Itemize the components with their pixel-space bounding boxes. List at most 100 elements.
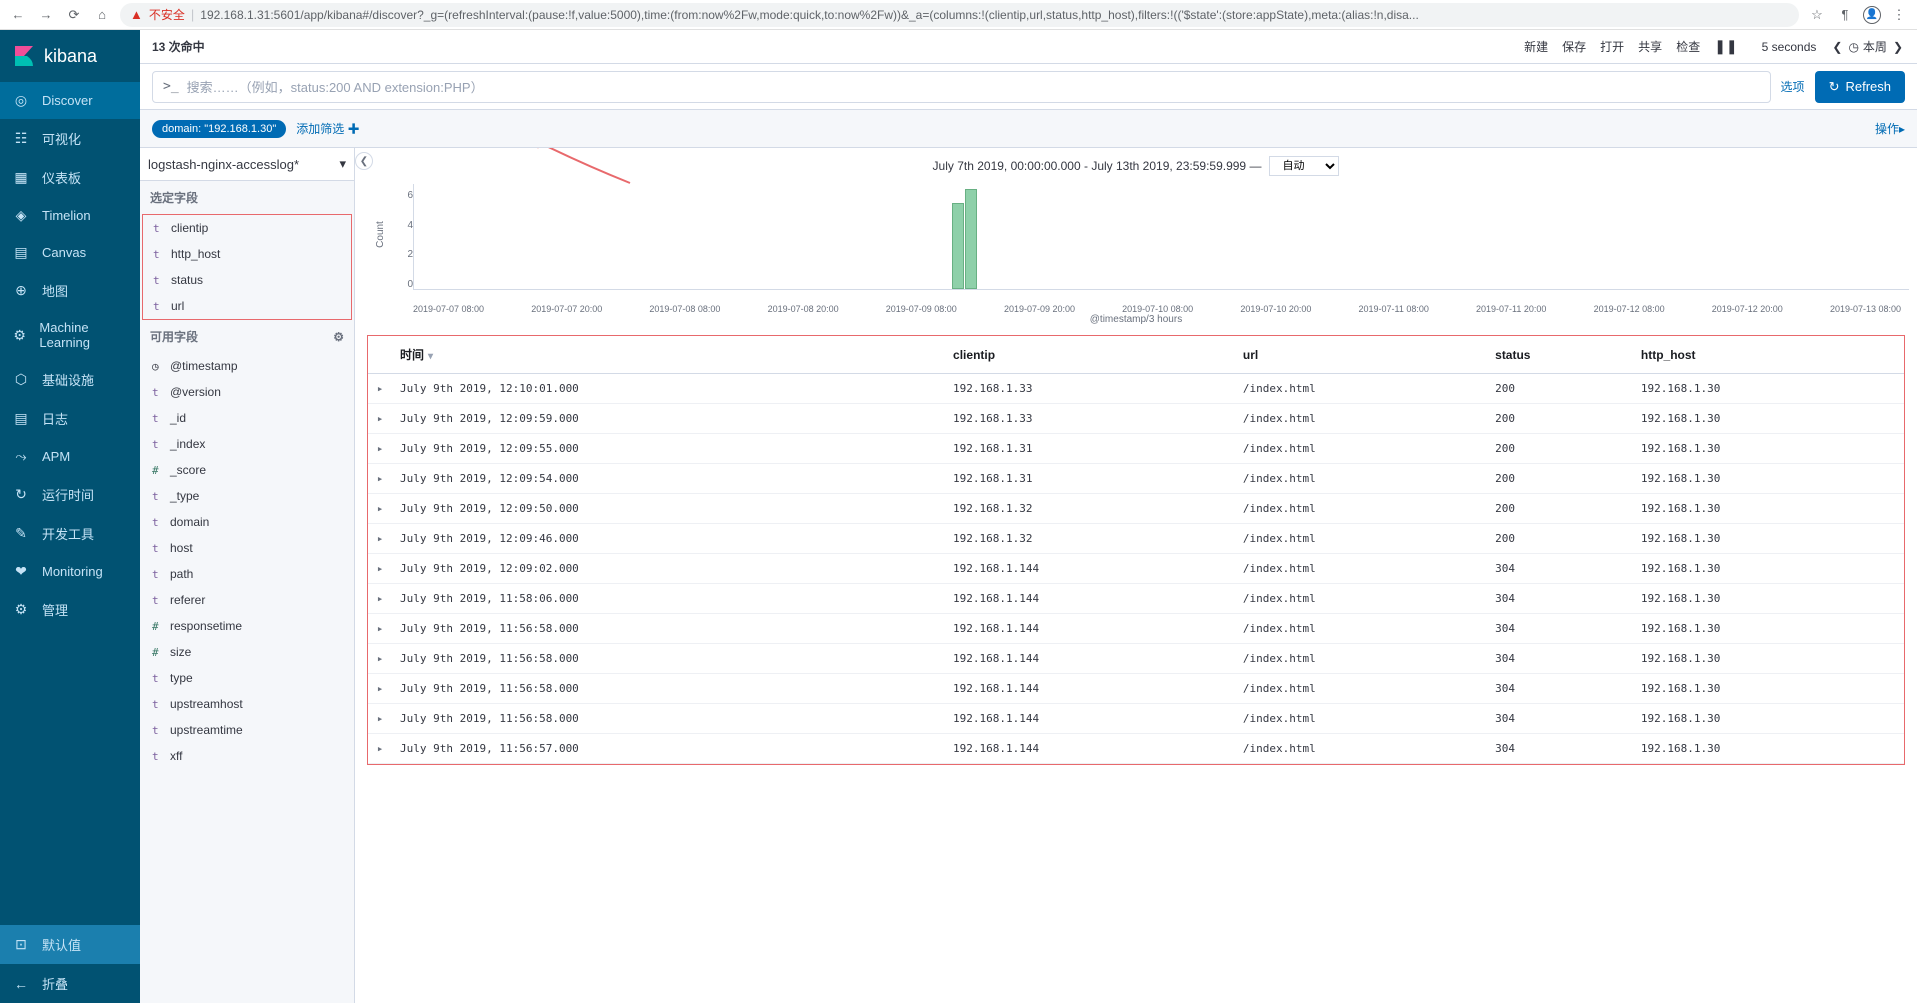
sidebar-item-10[interactable]: ↻运行时间 [0,475,140,514]
pause-icon[interactable]: ❚❚ [1714,38,1737,55]
pilcrow-icon[interactable]: ¶ [1835,7,1855,22]
refresh-button[interactable]: ↻ Refresh [1815,71,1905,103]
logo[interactable]: kibana [0,30,140,82]
interval-select[interactable]: 自动 [1269,156,1339,176]
field-_score[interactable]: #_score [142,457,352,483]
sidebar-item-default[interactable]: ⊡ 默认值 [0,925,140,964]
field-name: upstreamhost [170,697,243,711]
expand-row[interactable]: ▸ [368,644,392,674]
field-domain[interactable]: tdomain [142,509,352,535]
url-text: 192.168.1.31:5601/app/kibana#/discover?_… [200,8,1419,22]
available-fields-header: 可用字段 ⚙ [140,320,354,353]
sidebar-item-9[interactable]: ⤳APM [0,438,140,475]
expand-row[interactable]: ▸ [368,704,392,734]
sidebar-item-11[interactable]: ✎开发工具 [0,514,140,553]
expand-row[interactable]: ▸ [368,404,392,434]
menu-打开[interactable]: 打开 [1600,38,1624,55]
expand-row[interactable]: ▸ [368,674,392,704]
field-@version[interactable]: t@version [142,379,352,405]
field-http_host[interactable]: thttp_host [143,241,351,267]
expand-row[interactable]: ▸ [368,614,392,644]
time-range-label[interactable]: 本周 [1863,38,1887,55]
sidebar-item-3[interactable]: ◈Timelion [0,197,140,234]
cell: 200 [1487,374,1633,404]
col-时间[interactable]: 时间▾ [392,336,945,374]
sidebar-item-13[interactable]: ⚙管理 [0,590,140,629]
col-http_host[interactable]: http_host [1633,336,1904,374]
url-bar[interactable]: ▲ 不安全 | 192.168.1.31:5601/app/kibana#/di… [120,3,1799,27]
menu-检查[interactable]: 检查 [1676,38,1700,55]
index-pattern-select[interactable]: logstash-nginx-accesslog* ▾ [140,148,354,181]
histogram-chart[interactable]: Count 6420 2019-07-07 08:002019-07-07 20… [363,184,1909,314]
field-_type[interactable]: t_type [142,483,352,509]
menu-共享[interactable]: 共享 [1638,38,1662,55]
sidebar-item-4[interactable]: ▤Canvas [0,234,140,271]
star-icon[interactable]: ☆ [1807,7,1827,23]
cell: 192.168.1.32 [945,494,1235,524]
expand-row[interactable]: ▸ [368,524,392,554]
field-size[interactable]: #size [142,639,352,665]
field-url[interactable]: turl [143,293,351,319]
col-clientip[interactable]: clientip [945,336,1235,374]
home-icon[interactable]: ⌂ [92,7,112,22]
expand-row[interactable]: ▸ [368,734,392,764]
sidebar-item-12[interactable]: ❤Monitoring [0,553,140,590]
nav-icon: ◎ [12,92,30,109]
sidebar-item-2[interactable]: ▦仪表板 [0,158,140,197]
field-status[interactable]: tstatus [143,267,351,293]
field-@timestamp[interactable]: ◷@timestamp [142,353,352,379]
nav-icon: ◈ [12,207,30,224]
time-prev-icon[interactable]: ❮ [1830,40,1844,54]
sidebar-item-1[interactable]: ☷可视化 [0,119,140,158]
expand-row[interactable]: ▸ [368,584,392,614]
field-type-icon: t [153,222,163,235]
cell: 304 [1487,734,1633,764]
field-_id[interactable]: t_id [142,405,352,431]
field-path[interactable]: tpath [142,561,352,587]
sidebar-item-collapse[interactable]: ← 折叠 [0,964,140,1003]
collapse-panel-button[interactable]: ❮ [355,152,373,170]
expand-row[interactable]: ▸ [368,434,392,464]
refresh-interval[interactable]: 5 seconds [1762,40,1817,54]
expand-row[interactable]: ▸ [368,494,392,524]
expand-row[interactable]: ▸ [368,554,392,584]
field-upstreamhost[interactable]: tupstreamhost [142,691,352,717]
query-options[interactable]: 选项 [1781,78,1805,95]
field-responsetime[interactable]: #responsetime [142,613,352,639]
query-input[interactable]: >_ 搜索……（例如，status:200 AND extension:PHP） [152,71,1771,103]
table-row: ▸July 9th 2019, 12:09:55.000192.168.1.31… [368,434,1904,464]
field-_index[interactable]: t_index [142,431,352,457]
field-host[interactable]: thost [142,535,352,561]
add-filter[interactable]: 添加筛选 ✚ [296,120,359,137]
field-type[interactable]: ttype [142,665,352,691]
gear-icon[interactable]: ⚙ [333,330,344,344]
menu-保存[interactable]: 保存 [1562,38,1586,55]
chart-bar[interactable] [952,203,964,289]
menu-新建[interactable]: 新建 [1524,38,1548,55]
sidebar-item-0[interactable]: ◎Discover [0,82,140,119]
col-url[interactable]: url [1235,336,1487,374]
forward-icon[interactable]: → [36,7,56,22]
expand-row[interactable]: ▸ [368,374,392,404]
profile-icon[interactable]: 👤 [1863,6,1881,24]
reload-icon[interactable]: ⟳ [64,7,84,23]
back-icon[interactable]: ← [8,7,28,22]
expand-row[interactable]: ▸ [368,464,392,494]
field-xff[interactable]: txff [142,743,352,769]
field-upstreamtime[interactable]: tupstreamtime [142,717,352,743]
index-pattern-label: logstash-nginx-accesslog* [148,157,299,172]
field-clientip[interactable]: tclientip [143,215,351,241]
sidebar-item-8[interactable]: ▤日志 [0,399,140,438]
chart-bar[interactable] [965,189,977,289]
col-status[interactable]: status [1487,336,1633,374]
time-next-icon[interactable]: ❯ [1891,40,1905,54]
field-referer[interactable]: treferer [142,587,352,613]
more-icon[interactable]: ⋮ [1889,7,1909,23]
field-name: path [170,567,193,581]
filter-operations[interactable]: 操作▸ [1875,120,1905,137]
sidebar-item-6[interactable]: ⚙Machine Learning [0,310,140,360]
sidebar-item-5[interactable]: ⊕地图 [0,271,140,310]
filter-pill[interactable]: domain: "192.168.1.30" [152,120,286,138]
cell: /index.html [1235,584,1487,614]
sidebar-item-7[interactable]: ⬡基础设施 [0,360,140,399]
